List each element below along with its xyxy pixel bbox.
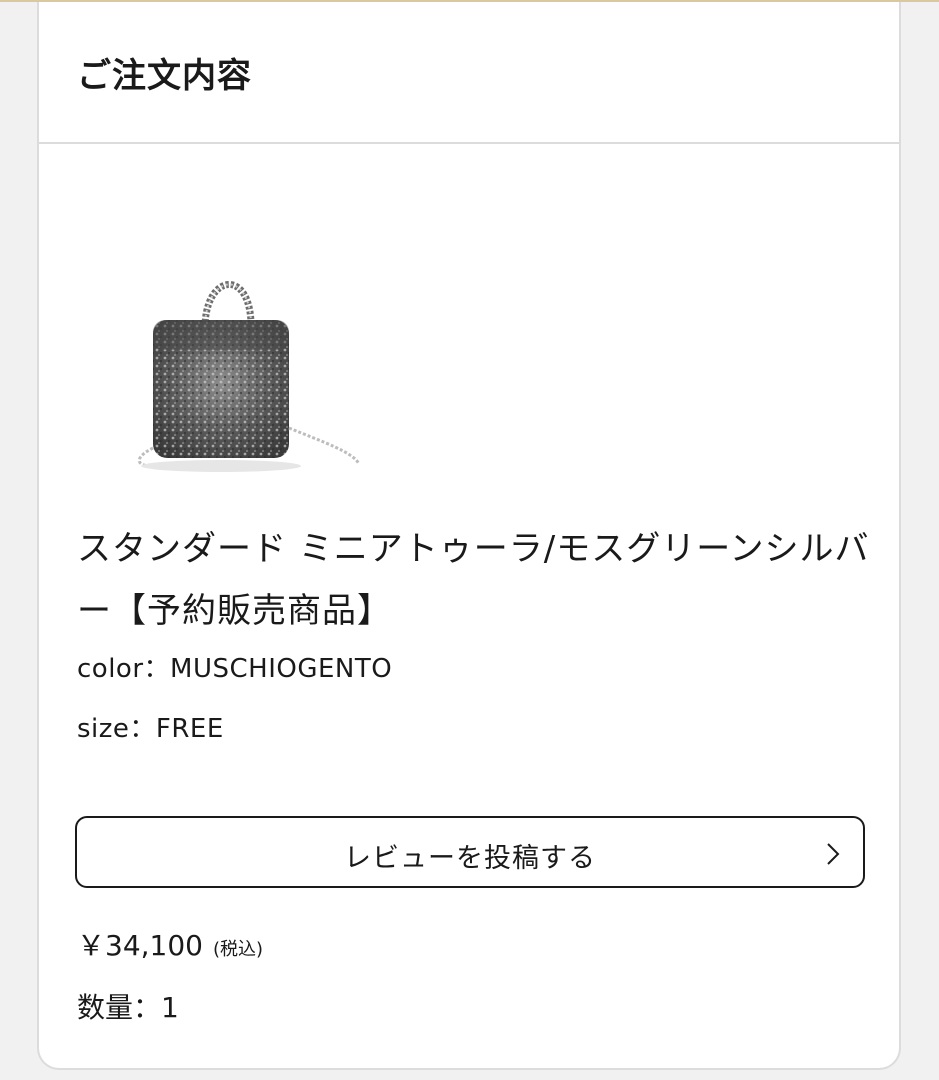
product-quantity: 数量：1 (77, 991, 179, 1024)
bag-icon (137, 281, 361, 472)
product-price: ￥34,100 (税込) (77, 924, 263, 964)
order-details-card: ご注文内容 スタンダード ミニアトゥーラ/モスグリーンシルバー【予約販売商品】 … (37, 2, 901, 1070)
chevron-right-icon (827, 843, 840, 865)
tax-note: (税込) (212, 939, 264, 960)
card-title: ご注文内容 (77, 56, 252, 96)
post-review-label: レビューを投稿する (344, 843, 596, 874)
product-size: size：FREE (77, 714, 224, 744)
card-header: ご注文内容 (39, 2, 899, 144)
product-color: color：MUSCHIOGENTO (77, 654, 393, 684)
price-value: ￥34,100 (77, 929, 203, 962)
post-review-button[interactable]: レビューを投稿する (75, 816, 865, 888)
product-image[interactable] (123, 252, 363, 488)
product-name[interactable]: スタンダード ミニアトゥーラ/モスグリーンシルバー【予約販売商品】 (77, 518, 877, 642)
